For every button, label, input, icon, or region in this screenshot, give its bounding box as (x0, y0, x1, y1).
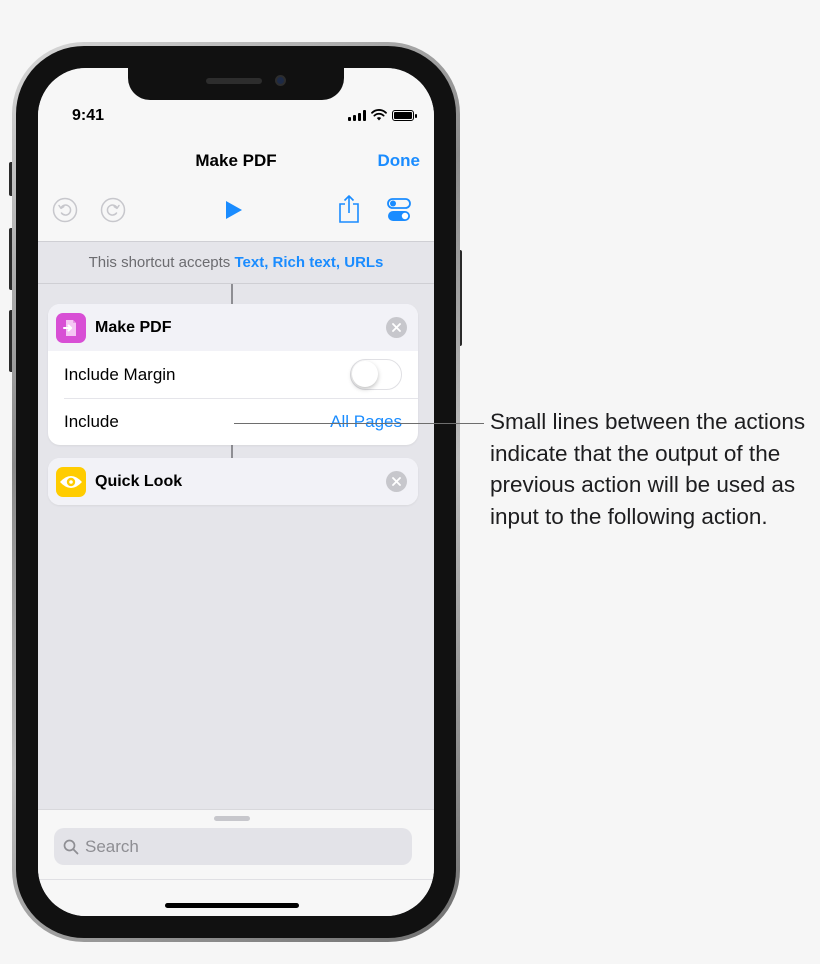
document-icon (63, 319, 76, 336)
accepted-types-link[interactable]: Text, Rich text, URLs (234, 254, 383, 271)
search-placeholder: Search (85, 836, 139, 856)
speaker-grille (206, 78, 262, 84)
shortcut-settings-button[interactable] (386, 197, 412, 223)
flow-connector-line (231, 284, 233, 304)
accepts-label: This shortcut accepts (88, 254, 231, 271)
home-indicator (165, 903, 299, 908)
actions-search-sheet: Search (38, 809, 434, 916)
undo-icon (52, 197, 78, 223)
include-margin-label: Include Margin (64, 364, 176, 384)
close-icon (392, 477, 401, 486)
redo-icon (100, 197, 126, 223)
remove-action-button[interactable] (386, 471, 407, 492)
callout-leader-line (234, 423, 484, 424)
cellular-signal-icon (348, 109, 366, 121)
include-row[interactable]: Include All Pages (48, 398, 418, 445)
include-margin-toggle[interactable] (350, 359, 402, 390)
include-margin-row: Include Margin (48, 351, 418, 398)
eye-icon (60, 475, 82, 488)
phone-frame: 9:41 Make PDF Done This shortcut accepts… (12, 42, 460, 942)
status-time: 9:41 (72, 107, 105, 124)
action-title: Make PDF (95, 318, 172, 336)
search-field[interactable]: Search (54, 828, 412, 865)
search-icon (63, 839, 79, 854)
redo-button[interactable] (100, 197, 126, 223)
sheet-grabber-handle[interactable] (214, 816, 250, 821)
toggle-knob (352, 361, 378, 387)
battery-icon (392, 109, 417, 121)
action-card-quick-look[interactable]: Quick Look (48, 458, 418, 505)
include-label: Include (64, 411, 119, 431)
action-header: Make PDF (48, 304, 418, 351)
undo-button[interactable] (52, 197, 78, 223)
include-value-picker[interactable]: All Pages (330, 412, 402, 432)
callout-text: Small lines between the actions indicate… (490, 409, 806, 529)
editor-toolbar (38, 193, 434, 229)
play-icon (226, 201, 242, 219)
done-button[interactable]: Done (378, 151, 421, 171)
wifi-icon (371, 109, 387, 121)
front-camera (275, 75, 286, 86)
screen: 9:41 Make PDF Done This shortcut accepts… (38, 68, 434, 916)
action-header: Quick Look (48, 458, 418, 505)
quick-look-action-icon (56, 466, 86, 497)
settings-toggle-icon (387, 198, 411, 221)
make-pdf-action-icon (56, 312, 86, 343)
share-button[interactable] (336, 193, 362, 225)
run-button[interactable] (220, 197, 246, 223)
share-icon (339, 195, 359, 223)
sheet-divider (38, 879, 434, 880)
phone-bezel: 9:41 Make PDF Done This shortcut accepts… (16, 46, 456, 938)
notch (128, 68, 344, 100)
input-types-banner: This shortcut accepts Text, Rich text, U… (38, 241, 434, 284)
flow-connector-line (231, 443, 233, 458)
action-title: Quick Look (95, 472, 183, 490)
page-title: Make PDF (195, 151, 277, 170)
close-icon (392, 323, 401, 332)
remove-action-button[interactable] (386, 317, 407, 338)
status-icons (348, 109, 417, 121)
